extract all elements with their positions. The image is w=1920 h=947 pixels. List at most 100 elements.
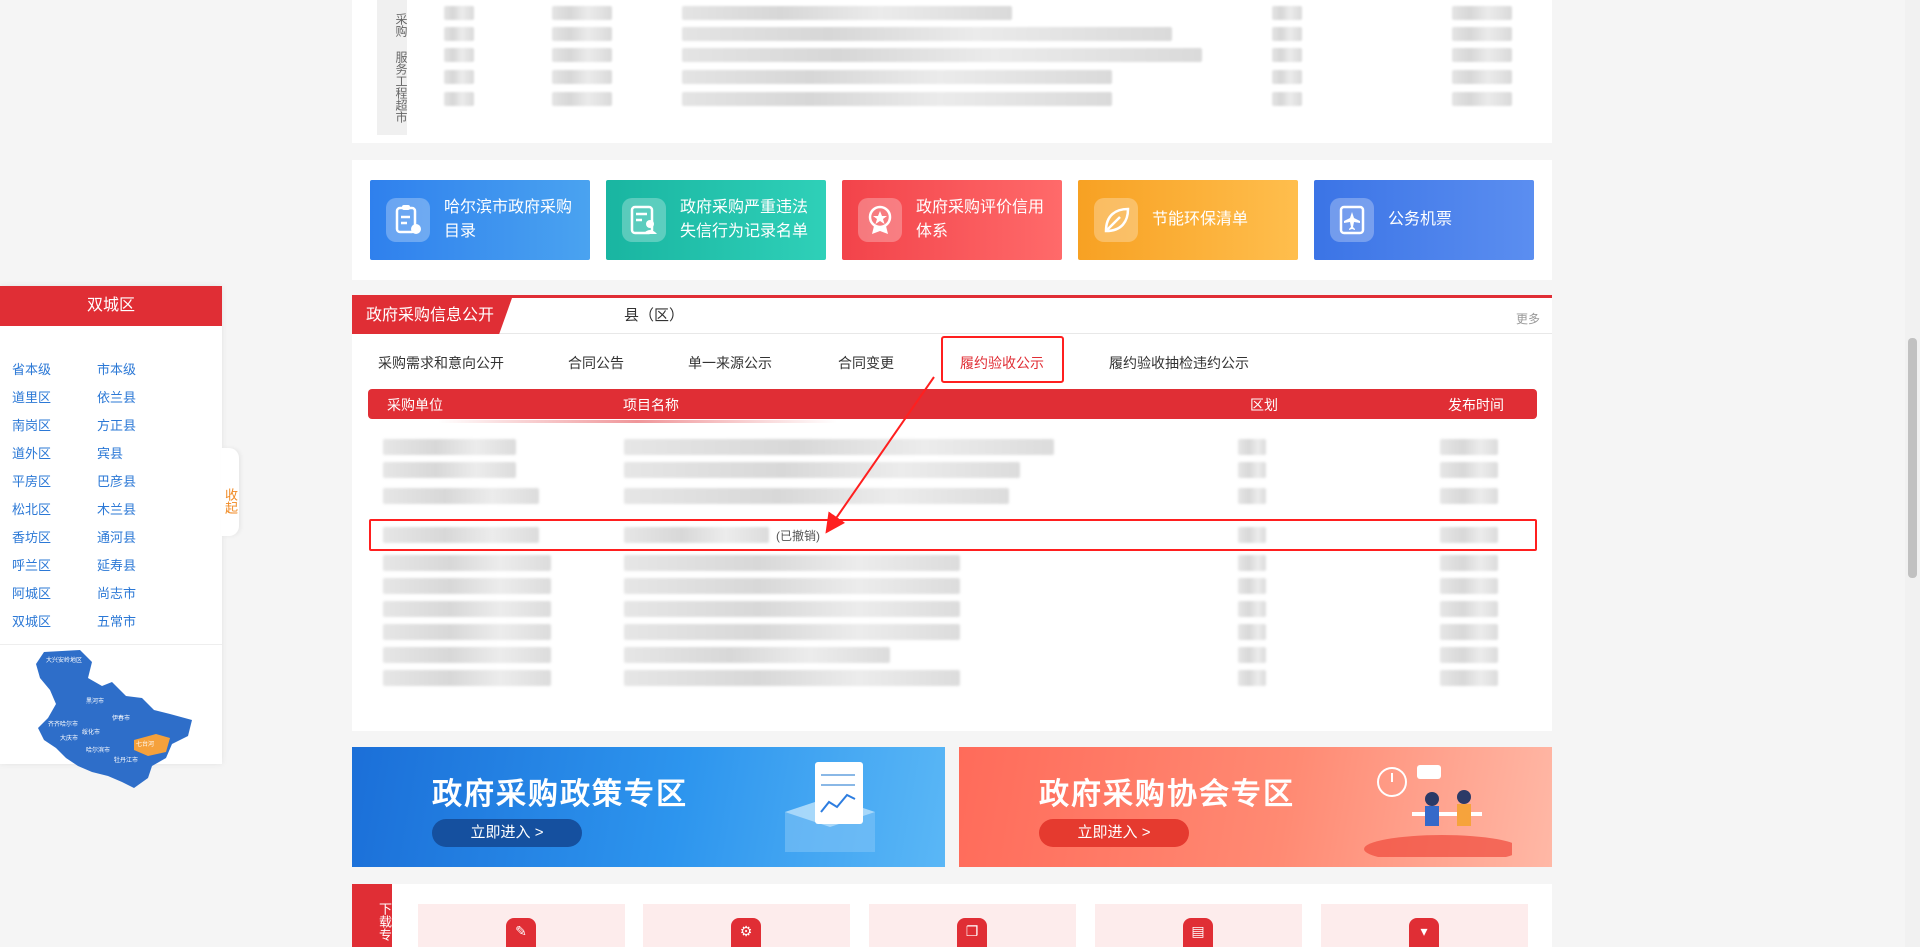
document-gear-icon: ⚙	[731, 918, 761, 947]
download-item[interactable]: ⚙	[643, 904, 850, 947]
region-link[interactable]: 五常市	[97, 611, 136, 630]
region-link[interactable]: 阿城区	[12, 583, 51, 602]
download-item[interactable]: ✎	[418, 904, 625, 947]
table-row[interactable]	[368, 436, 1537, 458]
subtab-acceptance-violation[interactable]: 履约验收抽检违约公示	[1109, 353, 1249, 373]
tile-credit-evaluation[interactable]: 政府采购评价信用体系	[842, 180, 1062, 260]
leaf-icon	[1094, 198, 1138, 242]
tile-official-flight[interactable]: 公务机票	[1314, 180, 1534, 260]
annotation-highlight-row	[369, 519, 1537, 551]
annotation-highlight-tab	[941, 336, 1064, 383]
scrollbar-thumb[interactable]	[1908, 338, 1917, 578]
region-link[interactable]: 平房区	[12, 471, 51, 490]
col-region: 区划	[1250, 397, 1278, 413]
region-link[interactable]: 方正县	[97, 415, 136, 434]
info-title: 政府采购信息公开	[352, 298, 512, 334]
subtab-single-source[interactable]: 单一来源公示	[688, 353, 772, 373]
procurement-info-card: 政府采购信息公开 县（区） 更多 采购需求和意向公开 合同公告 单一来源公示 合…	[352, 295, 1552, 731]
copy-icon: ❐	[957, 918, 987, 947]
table-row[interactable]	[368, 644, 1537, 666]
region-link[interactable]: 省本级	[12, 359, 51, 378]
subtab-contract-notice[interactable]: 合同公告	[568, 353, 624, 373]
region-link[interactable]: 道里区	[12, 387, 51, 406]
map-label: 牡丹江市	[114, 756, 138, 764]
table-row[interactable]	[368, 667, 1537, 689]
download-label: 下载专	[352, 884, 392, 947]
tile-procurement-catalog[interactable]: 哈尔滨市政府采购目录	[370, 180, 590, 260]
region-panel: 双城区 省本级 道里区 南岗区 道外区 平房区 松北区 香坊区 呼兰区 阿城区 …	[0, 286, 222, 788]
service-supermarket-card: 采购 服务工程超市	[352, 0, 1552, 143]
subtab-contract-change[interactable]: 合同变更	[838, 353, 894, 373]
banner-title: 政府采购政策专区	[432, 778, 688, 811]
region-link[interactable]: 道外区	[12, 443, 51, 462]
map-label: 齐齐哈尔市	[48, 720, 78, 728]
region-link[interactable]: 延寿县	[97, 555, 136, 574]
document-edit-icon: ✎	[506, 918, 536, 947]
table-row[interactable]	[368, 485, 1537, 507]
main-content: 采购 服务工程超市 哈尔滨市政府采购目录 政府采购严重违法失信行为记录名单 政府…	[352, 0, 1552, 947]
map-label: 大庆市	[60, 734, 78, 742]
association-illustration	[1364, 765, 1512, 857]
region-link[interactable]: 通河县	[97, 527, 136, 546]
map-label: 黑河市	[86, 697, 104, 705]
region-link[interactable]: 木兰县	[97, 499, 136, 518]
map-label: 哈尔滨市	[86, 746, 110, 754]
more-link[interactable]: 更多	[1516, 310, 1540, 327]
region-link[interactable]: 宾县	[97, 443, 123, 462]
airplane-ticket-icon	[1330, 198, 1374, 242]
tile-label: 政府采购严重违法失信行为记录名单	[680, 199, 809, 240]
col-publish-time: 发布时间	[1448, 397, 1504, 413]
banner-title: 政府采购协会专区	[1039, 778, 1295, 811]
region-link[interactable]: 尚志市	[97, 583, 136, 602]
policy-zone-banner[interactable]: 政府采购政策专区 立即进入 >	[352, 747, 945, 867]
vertical-label: 采购 服务工程超市	[377, 0, 408, 135]
table-row[interactable]	[368, 552, 1537, 574]
association-zone-banner[interactable]: 政府采购协会专区 立即进入 >	[959, 747, 1552, 867]
enter-button[interactable]: 立即进入 >	[432, 819, 582, 847]
clipboard-cart-icon	[386, 198, 430, 242]
quick-links-card: 哈尔滨市政府采购目录 政府采购严重违法失信行为记录名单 政府采购评价信用体系 节…	[352, 160, 1552, 280]
region-link[interactable]: 巴彦县	[97, 471, 136, 490]
collapse-button[interactable]: 收起	[221, 448, 239, 536]
table-row[interactable]	[368, 575, 1537, 597]
divider	[0, 644, 222, 645]
enter-button[interactable]: 立即进入 >	[1039, 819, 1189, 847]
policy-illustration	[785, 762, 875, 852]
region-link[interactable]: 南岗区	[12, 415, 51, 434]
download-item[interactable]: ❐	[869, 904, 1076, 947]
region-title: 双城区	[0, 286, 222, 326]
medal-icon	[858, 198, 902, 242]
col-project-name: 项目名称	[623, 397, 679, 413]
download-item[interactable]: ▾	[1321, 904, 1528, 947]
download-section: 下载专 ✎ ⚙ ❐ ▤ ▾	[352, 884, 1552, 947]
document-person-icon	[622, 198, 666, 242]
tile-label: 节能环保清单	[1152, 211, 1249, 228]
info-header: 政府采购信息公开 县（区） 更多	[352, 298, 1552, 334]
region-link[interactable]: 依兰县	[97, 387, 136, 406]
col-purchaser: 采购单位	[387, 397, 443, 413]
map-label: 绥化市	[82, 728, 100, 736]
book-icon: ▤	[1183, 918, 1213, 947]
tab-county[interactable]: 县（区）	[624, 298, 684, 334]
tile-label: 哈尔滨市政府采购目录	[444, 199, 573, 240]
tile-label: 政府采购评价信用体系	[916, 199, 1045, 240]
download-box-icon: ▾	[1409, 918, 1439, 947]
heilongjiang-map[interactable]: 大兴安岭地区 黑河市 伊春市 齐齐哈尔市 绥化市 大庆市 哈尔滨市 七台河 牡丹…	[30, 648, 200, 798]
map-label: 七台河	[136, 740, 154, 748]
region-link[interactable]: 香坊区	[12, 527, 51, 546]
table-header: 采购单位 项目名称 区划 发布时间	[368, 389, 1537, 423]
download-item[interactable]: ▤	[1095, 904, 1302, 947]
region-link[interactable]: 呼兰区	[12, 555, 51, 574]
region-link[interactable]: 双城区	[12, 611, 51, 630]
region-link[interactable]: 市本级	[97, 359, 136, 378]
map-label: 伊春市	[112, 714, 130, 722]
subtab-demand-intent[interactable]: 采购需求和意向公开	[378, 353, 504, 373]
tile-label: 公务机票	[1388, 211, 1453, 228]
map-label: 大兴安岭地区	[46, 656, 82, 664]
tile-green-list[interactable]: 节能环保清单	[1078, 180, 1298, 260]
table-row[interactable]	[368, 459, 1537, 481]
table-row[interactable]	[368, 598, 1537, 620]
tile-dishonesty-list[interactable]: 政府采购严重违法失信行为记录名单	[606, 180, 826, 260]
table-row[interactable]	[368, 621, 1537, 643]
region-link[interactable]: 松北区	[12, 499, 51, 518]
